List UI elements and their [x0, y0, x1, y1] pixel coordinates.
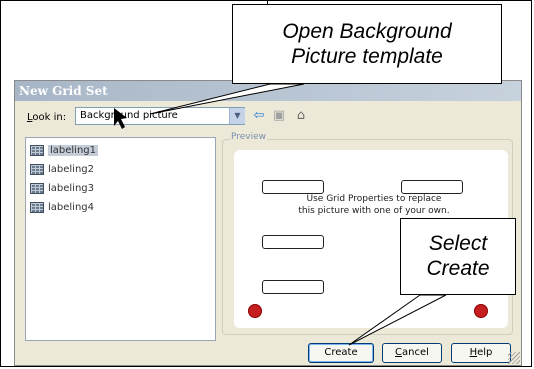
callout-pointer-top [149, 83, 305, 115]
callout-pointer-bottom [348, 294, 447, 346]
callout-pointers [114, 83, 447, 346]
mouse-cursor-icon [114, 108, 127, 129]
